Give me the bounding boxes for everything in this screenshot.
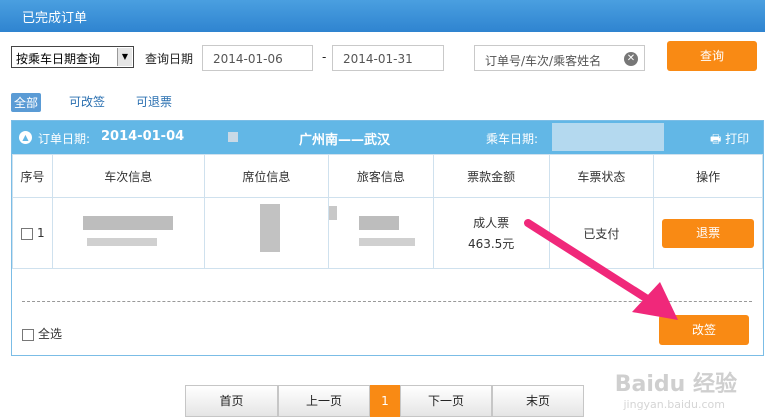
- annotation-arrow-shaft: [524, 219, 656, 306]
- watermark-url: jingyan.baidu.com: [623, 398, 725, 411]
- pager-next[interactable]: 下一页: [400, 385, 492, 417]
- pager-current[interactable]: 1: [370, 385, 400, 417]
- watermark-logo: Baidu 经验: [614, 372, 737, 397]
- pager-last[interactable]: 末页: [492, 385, 584, 417]
- annotation-arrow: [524, 219, 678, 320]
- pager-first[interactable]: 首页: [185, 385, 278, 417]
- annotation-arrow-head: [632, 282, 678, 320]
- pager-prev[interactable]: 上一页: [278, 385, 370, 417]
